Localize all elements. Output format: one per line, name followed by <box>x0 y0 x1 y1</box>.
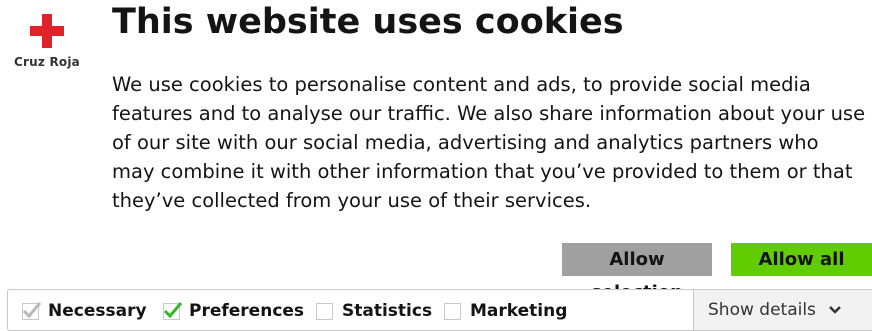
option-necessary[interactable]: Necessary <box>22 300 147 322</box>
option-marketing[interactable]: Marketing <box>444 300 567 322</box>
preferences-checkbox[interactable] <box>163 301 183 320</box>
statistics-checkbox[interactable] <box>316 302 333 320</box>
brand-logo: Cruz Roja <box>8 14 86 69</box>
option-label-preferences: Preferences <box>189 301 305 321</box>
option-label-marketing: Marketing <box>470 301 568 321</box>
option-label-necessary: Necessary <box>48 301 147 321</box>
option-preferences[interactable]: Preferences <box>163 300 304 322</box>
option-statistics[interactable]: Statistics <box>316 300 432 322</box>
show-details-label: Show details <box>708 300 816 320</box>
brand-name: Cruz Roja <box>14 55 80 69</box>
show-details-button[interactable]: Show details <box>693 290 872 330</box>
red-cross-icon <box>30 14 64 48</box>
chevron-down-icon <box>829 306 841 314</box>
option-label-statistics: Statistics <box>342 301 433 321</box>
checkmark-icon <box>22 301 42 318</box>
allow-all-button[interactable]: Allow all <box>731 243 872 276</box>
dialog-title: This website uses cookies <box>112 2 624 42</box>
marketing-checkbox[interactable] <box>444 302 461 320</box>
cookie-options-bar: Necessary Preferences Statistics Marketi… <box>7 289 872 331</box>
checkmark-icon <box>163 301 183 318</box>
allow-selection-button[interactable]: Allow selection <box>562 243 712 303</box>
dialog-body: We use cookies to personalise content an… <box>112 73 866 212</box>
necessary-checkbox[interactable] <box>22 301 42 320</box>
